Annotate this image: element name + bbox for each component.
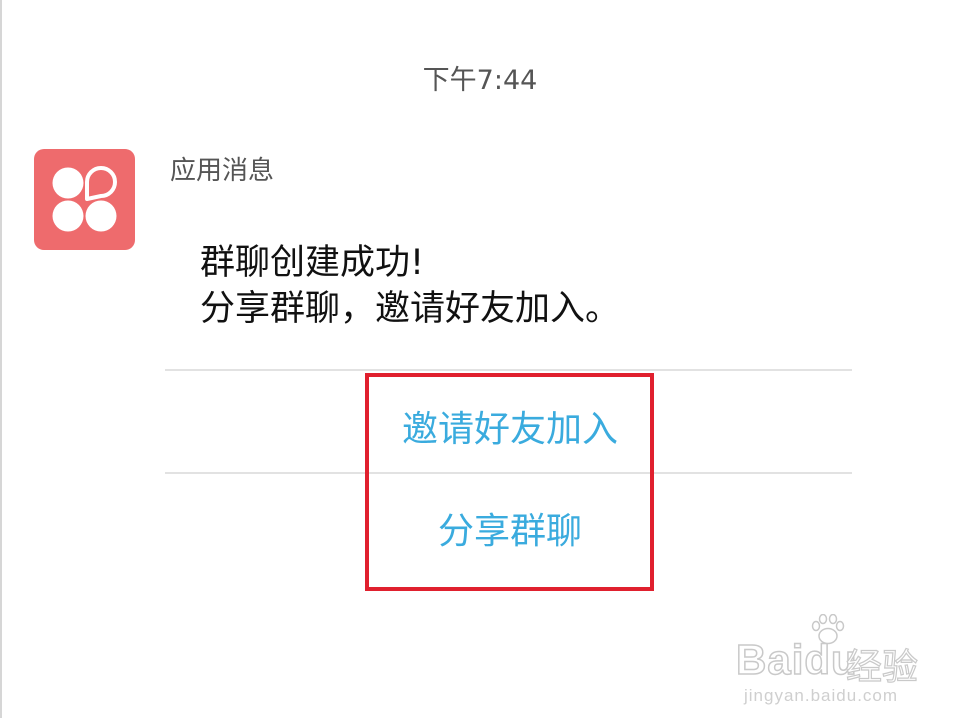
screen-left-edge <box>0 0 2 718</box>
message-body: 群聊创建成功! 分享群聊，邀请好友加入。 <box>200 240 620 332</box>
sender-name: 应用消息 <box>170 156 275 186</box>
baidu-jingyan-watermark: Baidu 经验 jingyan.baidu.com <box>735 612 936 712</box>
message-line: 群聊创建成功! <box>200 243 425 283</box>
divider-top <box>165 369 852 371</box>
watermark-url: jingyan.baidu.com <box>744 686 899 705</box>
highlight-annotation-box <box>365 373 654 591</box>
clover-app-icon <box>34 149 135 250</box>
message-timestamp: 下午7:44 <box>422 65 538 96</box>
jingyan-text: 经验 <box>845 646 919 688</box>
message-line: 分享群聊，邀请好友加入。 <box>200 289 621 329</box>
paw-icon <box>811 614 845 645</box>
